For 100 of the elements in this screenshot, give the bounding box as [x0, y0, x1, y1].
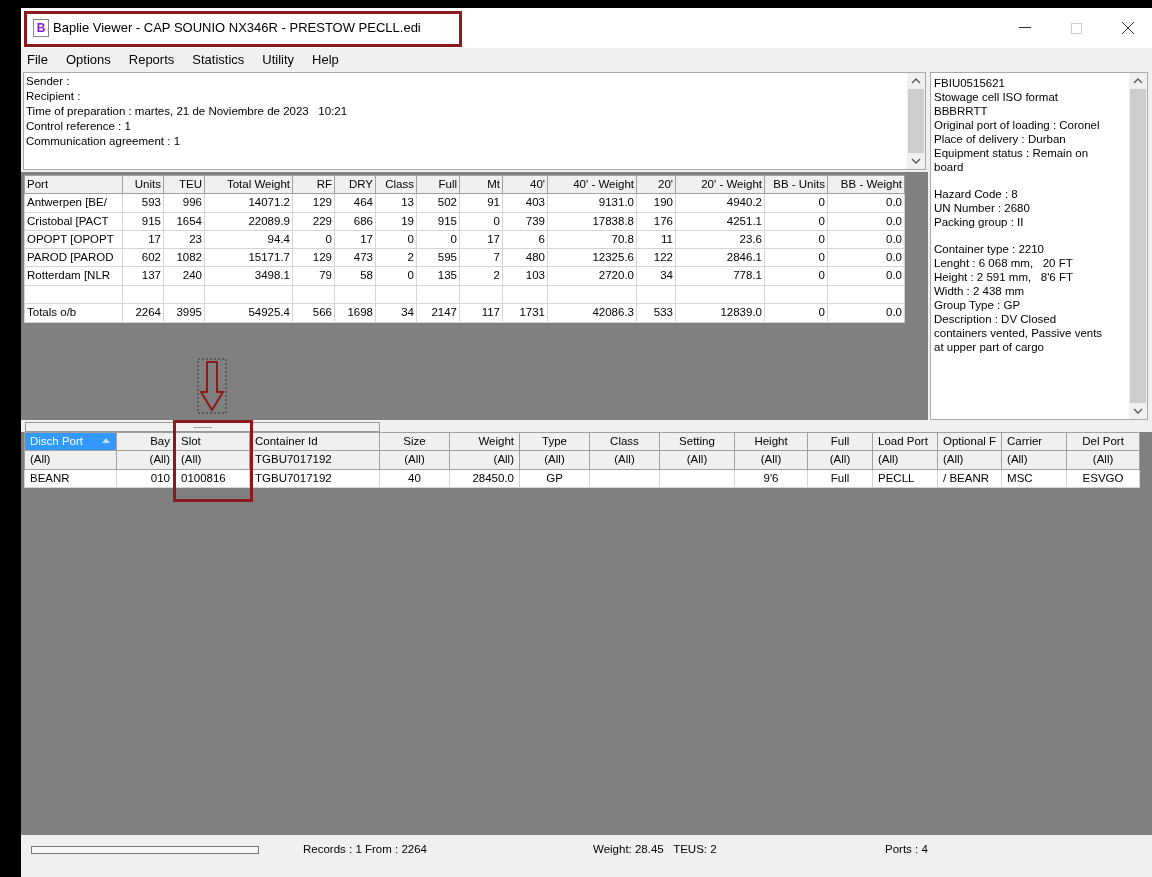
- close-icon[interactable]: [1122, 22, 1134, 34]
- column-header[interactable]: TEU: [163, 175, 205, 194]
- column-header[interactable]: Total Weight: [204, 175, 293, 194]
- column-header[interactable]: Slot: [175, 432, 250, 451]
- detail-line: Container type : 2210: [934, 242, 1045, 256]
- column-header[interactable]: Units: [122, 175, 164, 194]
- menu-item[interactable]: Help: [310, 50, 341, 70]
- table-cell: 22089.9: [204, 212, 293, 231]
- table-cell: / BEANR: [937, 469, 1002, 488]
- table-cell: 14071.2: [204, 193, 293, 212]
- column-header[interactable]: Class: [375, 175, 417, 194]
- table-cell: 778.1: [675, 266, 765, 285]
- header-line: Control reference : 1: [26, 119, 132, 134]
- splitter-handle[interactable]: -------: [25, 422, 380, 432]
- total-cell: 54925.4: [204, 303, 293, 322]
- column-header[interactable]: BB - Weight: [827, 175, 905, 194]
- column-header[interactable]: Mt: [459, 175, 503, 194]
- column-header[interactable]: Bay: [116, 432, 176, 451]
- detail-line: Packing group : II: [934, 215, 1025, 229]
- table-cell: 502: [416, 193, 460, 212]
- table-cell: Cristobal [PACT: [24, 212, 123, 231]
- menu-item[interactable]: File: [25, 50, 50, 70]
- column-label: Optional F: [943, 434, 997, 449]
- column-header[interactable]: Del Port: [1066, 432, 1140, 451]
- total-cell: Totals o/b: [24, 303, 123, 322]
- weight-summary: Weight: 28.45 TEUS: 2: [593, 842, 718, 858]
- table-cell: 7: [459, 248, 503, 267]
- scroll-up-icon[interactable]: [1133, 77, 1143, 85]
- column-header[interactable]: 40' - Weight: [547, 175, 637, 194]
- table-cell: 464: [334, 193, 376, 212]
- column-header[interactable]: Height: [734, 432, 808, 451]
- scroll-down-icon[interactable]: [911, 157, 921, 165]
- table-cell: 0.0: [827, 230, 905, 249]
- column-label: Setting: [678, 434, 716, 449]
- table-cell: 15171.7: [204, 248, 293, 267]
- scroll-up-icon[interactable]: [911, 77, 921, 85]
- column-header[interactable]: BB - Units: [764, 175, 828, 194]
- column-header[interactable]: Class: [589, 432, 660, 451]
- column-header[interactable]: Carrier: [1001, 432, 1067, 451]
- table-cell: 11: [636, 230, 676, 249]
- table-cell: 176: [636, 212, 676, 231]
- column-header[interactable]: Optional F: [937, 432, 1002, 451]
- detail-line: Width : 2 438 mm: [934, 284, 1026, 298]
- table-cell: OPOPT [OPOPT: [24, 230, 123, 249]
- column-header[interactable]: RF: [292, 175, 335, 194]
- column-header[interactable]: 20' - Weight: [675, 175, 765, 194]
- detail-line: Group Type : GP: [934, 298, 1022, 312]
- table-cell: Full: [807, 469, 873, 488]
- total-cell: 117: [459, 303, 503, 322]
- detail-line: Height : 2 591 mm, 8'6 FT: [934, 270, 1074, 284]
- column-header[interactable]: Load Port: [872, 432, 938, 451]
- table-cell: 0: [375, 230, 417, 249]
- column-header[interactable]: Full: [807, 432, 873, 451]
- table-cell: 94.4: [204, 230, 293, 249]
- minimize-icon[interactable]: [1019, 27, 1031, 29]
- column-header[interactable]: Size: [379, 432, 450, 451]
- menu-item[interactable]: Reports: [126, 50, 177, 70]
- table-cell: 70.8: [547, 230, 637, 249]
- table-cell: 91: [459, 193, 503, 212]
- column-header[interactable]: Port: [24, 175, 123, 194]
- detail-line: Stowage cell ISO format: [934, 90, 1059, 104]
- menu-item[interactable]: Statistics: [190, 50, 247, 70]
- table-cell: PAROD [PAROD: [24, 248, 123, 267]
- total-cell: 533: [636, 303, 676, 322]
- table-cell: 4940.2: [675, 193, 765, 212]
- column-header[interactable]: Weight: [449, 432, 520, 451]
- column-header[interactable]: DRY: [334, 175, 376, 194]
- column-label: Full: [829, 434, 851, 449]
- table-cell: 0: [764, 193, 828, 212]
- table-cell: 17: [334, 230, 376, 249]
- column-header[interactable]: Type: [519, 432, 590, 451]
- down-arrow-icon: [197, 358, 227, 414]
- table-cell: MSC: [1001, 469, 1067, 488]
- scroll-down-icon[interactable]: [1133, 407, 1143, 415]
- table-cell: 17838.8: [547, 212, 637, 231]
- table-cell: BEANR: [24, 469, 117, 488]
- table-cell: 2846.1: [675, 248, 765, 267]
- table-cell: 19: [375, 212, 417, 231]
- menu-item[interactable]: Utility: [260, 50, 297, 70]
- table-cell: 0: [375, 266, 417, 285]
- table-cell: 2720.0: [547, 266, 637, 285]
- table-cell: 1082: [163, 248, 205, 267]
- column-label: Load Port: [878, 434, 929, 449]
- table-cell: 79: [292, 266, 335, 285]
- menu-item[interactable]: Options: [63, 50, 113, 70]
- column-header[interactable]: 40': [502, 175, 548, 194]
- scrollbar[interactable]: [1129, 73, 1147, 419]
- table-cell: 2: [375, 248, 417, 267]
- column-header[interactable]: Full: [416, 175, 460, 194]
- scrollbar[interactable]: [907, 73, 925, 169]
- detail-line: BBBRRTT: [934, 104, 989, 118]
- column-label: Weight: [477, 434, 514, 449]
- column-header[interactable]: 20': [636, 175, 676, 194]
- column-header[interactable]: Setting: [659, 432, 735, 451]
- table-cell: 12325.6: [547, 248, 637, 267]
- table-cell: 17: [459, 230, 503, 249]
- total-cell: 2264: [122, 303, 164, 322]
- table-cell: 240: [163, 266, 205, 285]
- total-cell: 1698: [334, 303, 376, 322]
- detail-line: Equipment status : Remain on board: [934, 146, 1090, 174]
